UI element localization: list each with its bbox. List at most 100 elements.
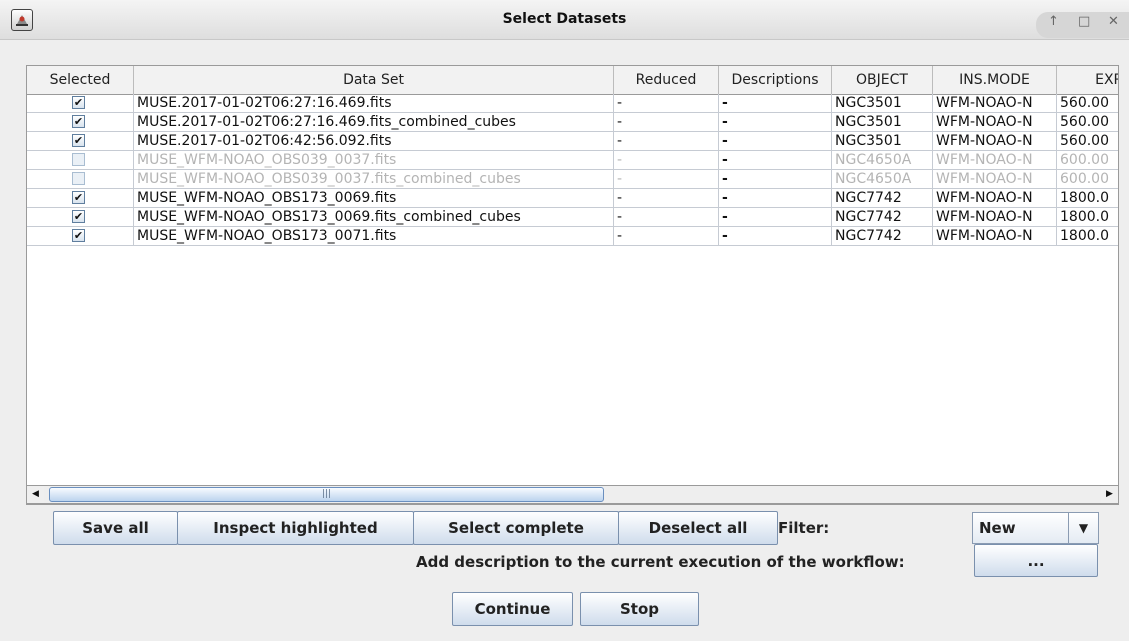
object-cell: NGC4650A: [832, 151, 933, 170]
deselect-all-button[interactable]: Deselect all: [618, 511, 778, 545]
table-row[interactable]: ✔ MUSE.2017-01-02T06:27:16.469.fits_combi…: [27, 113, 1118, 132]
dataset-cell: MUSE_WFM-NOAO_OBS039_0037.fits: [134, 151, 614, 170]
descriptions-cell: -: [719, 227, 832, 246]
insmode-cell: WFM-NOAO-N: [933, 227, 1057, 246]
object-cell: NGC7742: [832, 208, 933, 227]
selected-cell: [27, 170, 134, 189]
table-row[interactable]: MUSE_WFM-NOAO_OBS039_0037.fits_combined_…: [27, 170, 1118, 189]
select-complete-button[interactable]: Select complete: [413, 511, 619, 545]
object-cell: NGC3501: [832, 113, 933, 132]
descriptions-cell: -: [719, 208, 832, 227]
column-header-selected[interactable]: Selected: [27, 66, 134, 94]
selected-checkbox[interactable]: [72, 153, 85, 166]
window-controls: ↑ □ ✕: [1036, 12, 1129, 38]
table-row[interactable]: ✔ MUSE.2017-01-02T06:27:16.469.fits - - NGC3…: [27, 94, 1118, 113]
dataset-cell: MUSE_WFM-NOAO_OBS173_0069.fits_combined_…: [134, 208, 614, 227]
dataset-cell: MUSE.2017-01-02T06:27:16.469.fits_combin…: [134, 113, 614, 132]
exp-cell: 600.00: [1057, 151, 1118, 170]
reduced-cell: -: [614, 189, 719, 208]
descriptions-cell: -: [719, 189, 832, 208]
chevron-down-icon[interactable]: ▼: [1068, 513, 1098, 543]
close-icon[interactable]: ✕: [1108, 14, 1119, 29]
reduced-cell: -: [614, 113, 719, 132]
description-label: Add description to the current execution…: [416, 553, 905, 571]
dataset-cell: MUSE.2017-01-02T06:42:56.092.fits: [134, 132, 614, 151]
exp-cell: 600.00: [1057, 170, 1118, 189]
dataset-cell: MUSE_WFM-NOAO_OBS039_0037.fits_combined_…: [134, 170, 614, 189]
selected-checkbox[interactable]: ✔: [72, 210, 85, 223]
column-header-exp[interactable]: EXP: [1057, 66, 1118, 94]
selected-cell: ✔: [27, 189, 134, 208]
table-row[interactable]: ✔ MUSE_WFM-NOAO_OBS173_0069.fits - - NGC7742…: [27, 189, 1118, 208]
table-row[interactable]: ✔ MUSE_WFM-NOAO_OBS173_0069.fits_combined…: [27, 208, 1118, 227]
object-cell: NGC3501: [832, 94, 933, 113]
filter-value: New: [979, 519, 1016, 537]
datasets-table: Selected Data Set Reduced Descriptions O…: [26, 65, 1119, 505]
selected-checkbox[interactable]: ✔: [72, 191, 85, 204]
object-cell: NGC3501: [832, 132, 933, 151]
table-header: Selected Data Set Reduced Descriptions O…: [27, 66, 1118, 95]
add-description-button[interactable]: ...: [974, 544, 1098, 577]
stop-button[interactable]: Stop: [580, 592, 699, 626]
exp-cell: 560.00: [1057, 94, 1118, 113]
scroll-left-icon[interactable]: ◀: [27, 486, 44, 503]
window-title: Select Datasets: [502, 11, 627, 27]
table-row[interactable]: ✔ MUSE_WFM-NOAO_OBS173_0071.fits - - NGC7742…: [27, 227, 1118, 246]
column-header-dataset[interactable]: Data Set: [134, 66, 614, 94]
filter-select[interactable]: New ▼: [972, 512, 1099, 544]
selected-cell: ✔: [27, 132, 134, 151]
dataset-cell: MUSE_WFM-NOAO_OBS173_0071.fits: [134, 227, 614, 246]
exp-cell: 1800.0: [1057, 208, 1118, 227]
descriptions-cell: -: [719, 132, 832, 151]
selected-checkbox[interactable]: ✔: [72, 115, 85, 128]
scrollbar-thumb[interactable]: |||: [49, 487, 604, 502]
reduced-cell: -: [614, 94, 719, 113]
reduced-cell: -: [614, 227, 719, 246]
column-header-reduced[interactable]: Reduced: [614, 66, 719, 94]
reduced-cell: -: [614, 170, 719, 189]
insmode-cell: WFM-NOAO-N: [933, 132, 1057, 151]
table-row[interactable]: ✔ MUSE.2017-01-02T06:42:56.092.fits - - NGC3…: [27, 132, 1118, 151]
descriptions-cell: -: [719, 151, 832, 170]
filter-label: Filter:: [778, 519, 830, 537]
exp-cell: 1800.0: [1057, 227, 1118, 246]
save-all-button[interactable]: Save all: [53, 511, 178, 545]
dataset-cell: MUSE_WFM-NOAO_OBS173_0069.fits: [134, 189, 614, 208]
horizontal-scrollbar[interactable]: ◀ ||| ▶: [26, 485, 1119, 504]
insmode-cell: WFM-NOAO-N: [933, 170, 1057, 189]
reduced-cell: -: [614, 132, 719, 151]
reduced-cell: -: [614, 208, 719, 227]
continue-button[interactable]: Continue: [452, 592, 573, 626]
selected-checkbox[interactable]: [72, 172, 85, 185]
selected-cell: ✔: [27, 113, 134, 132]
exp-cell: 1800.0: [1057, 189, 1118, 208]
insmode-cell: WFM-NOAO-N: [933, 94, 1057, 113]
selected-cell: ✔: [27, 94, 134, 113]
reduced-cell: -: [614, 151, 719, 170]
scroll-right-icon[interactable]: ▶: [1101, 486, 1118, 503]
maximize-icon[interactable]: ↑: [1048, 14, 1059, 29]
descriptions-cell: -: [719, 94, 832, 113]
column-header-object[interactable]: OBJECT: [832, 66, 933, 94]
inspect-highlighted-button[interactable]: Inspect highlighted: [177, 511, 414, 545]
object-cell: NGC7742: [832, 189, 933, 208]
table-row[interactable]: MUSE_WFM-NOAO_OBS039_0037.fits - - NGC4650A…: [27, 151, 1118, 170]
column-header-descriptions[interactable]: Descriptions: [719, 66, 832, 94]
column-header-insmode[interactable]: INS.MODE: [933, 66, 1057, 94]
insmode-cell: WFM-NOAO-N: [933, 113, 1057, 132]
dataset-cell: MUSE.2017-01-02T06:27:16.469.fits: [134, 94, 614, 113]
insmode-cell: WFM-NOAO-N: [933, 208, 1057, 227]
restore-icon[interactable]: □: [1078, 14, 1090, 29]
insmode-cell: WFM-NOAO-N: [933, 151, 1057, 170]
selected-checkbox[interactable]: ✔: [72, 96, 85, 109]
exp-cell: 560.00: [1057, 113, 1118, 132]
selected-cell: [27, 151, 134, 170]
object-cell: NGC4650A: [832, 170, 933, 189]
descriptions-cell: -: [719, 170, 832, 189]
selected-cell: ✔: [27, 227, 134, 246]
selected-checkbox[interactable]: ✔: [72, 229, 85, 242]
insmode-cell: WFM-NOAO-N: [933, 189, 1057, 208]
selected-checkbox[interactable]: ✔: [72, 134, 85, 147]
selected-cell: ✔: [27, 208, 134, 227]
title-bar: Select Datasets ↑ □ ✕: [0, 0, 1129, 40]
